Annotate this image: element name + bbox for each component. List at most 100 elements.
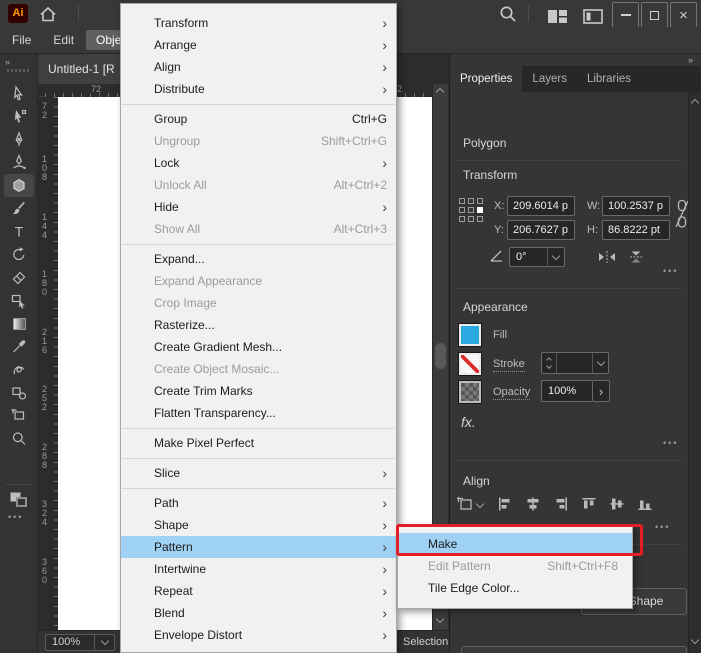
menu-item-expand[interactable]: Expand... [121,248,396,270]
document-tab[interactable]: Untitled-1 [R [38,54,125,84]
menu-item-flatten-transparency[interactable]: Flatten Transparency... [121,402,396,424]
tab-properties[interactable]: Properties [450,66,523,92]
opacity-label[interactable]: Opacity [493,386,531,400]
menu-file[interactable]: File [2,30,41,50]
align-horizontal-center-button[interactable] [525,496,541,512]
opacity-swatch[interactable] [459,381,481,403]
tool-direct-selection[interactable] [4,105,34,128]
panel-collapse-icon[interactable]: » [688,55,693,65]
toolbar-expand-icon[interactable]: » [5,57,10,67]
flip-horizontal-icon[interactable] [598,250,616,264]
workspace-switcher-icon[interactable] [580,5,606,27]
tool-selection[interactable] [4,82,34,105]
tab-layers[interactable]: Layers [522,66,577,92]
tool-pen[interactable] [4,128,34,151]
reference-point-locator[interactable] [459,198,483,222]
tool-artboard[interactable] [4,404,34,427]
tool-blend[interactable] [4,358,34,381]
tool-gradient[interactable] [4,312,34,335]
menu-item-repeat[interactable]: Repeat › [121,580,396,602]
stroke-weight-control[interactable] [541,352,609,374]
opacity-expand-icon[interactable]: › [593,380,610,402]
stepper-icon[interactable] [542,353,557,373]
menu-item-make-pixel-perfect[interactable]: Make Pixel Perfect [121,432,396,454]
align-top-button[interactable] [581,496,597,512]
chevron-down-icon[interactable] [592,353,608,373]
close-button[interactable]: × [670,2,697,28]
maximize-button[interactable] [641,2,668,28]
menu-item-tile-edge-color[interactable]: Tile Edge Color... [398,577,632,599]
menu-item-align[interactable]: Align › [121,56,396,78]
transform-more-options-icon[interactable]: ••• [663,266,678,276]
menu-item-transform[interactable]: Transform › [121,12,396,34]
tool-zoom[interactable] [4,427,34,450]
more-tools-icon[interactable]: ••• [8,512,23,522]
menu-item-shape[interactable]: Shape › [121,514,396,536]
scroll-up-icon[interactable] [435,87,445,97]
menu-item-slice[interactable]: Slice › [121,462,396,484]
minimize-button[interactable] [612,2,639,28]
h-input[interactable]: 86.8222 pt [602,220,670,240]
align-to-dropdown[interactable] [457,496,485,513]
align-bottom-button[interactable] [637,496,653,512]
menu-item-arrange[interactable]: Arrange › [121,34,396,56]
fill-stroke-swatch-icon[interactable] [10,492,27,507]
appearance-more-options-icon[interactable]: ••• [663,438,678,448]
menu-item-group[interactable]: Group Ctrl+G [121,108,396,130]
menu-item-make[interactable]: Make [398,533,632,555]
menu-item-intertwine[interactable]: Intertwine › [121,558,396,580]
tool-type[interactable]: T [4,220,34,243]
zoom-level-dropdown[interactable]: 100% [45,634,115,651]
scrollbar-thumb[interactable] [435,343,446,369]
align-right-button[interactable] [553,496,569,512]
menu-item-envelope-distort[interactable]: Envelope Distort › [121,624,396,646]
scroll-down-icon[interactable] [690,635,700,645]
menu-item-hide[interactable]: Hide › [121,196,396,218]
tool-rotate[interactable] [4,243,34,266]
menu-item-label: Slice [154,466,181,480]
y-input[interactable]: 206.7627 p [507,220,575,240]
tool-eraser[interactable] [4,266,34,289]
tool-shape-builder[interactable] [4,289,34,312]
menu-item-pattern[interactable]: Pattern › [121,536,396,558]
fill-color-swatch[interactable] [459,324,481,346]
align-left-button[interactable] [497,496,513,512]
menu-item-create-trim-marks[interactable]: Create Trim Marks [121,380,396,402]
menu-item-perspective[interactable]: Perspective› [121,646,396,652]
scroll-down-icon[interactable] [435,614,445,624]
tool-polygon[interactable] [4,174,34,197]
x-input[interactable]: 209.6014 p [507,196,575,216]
align-vertical-center-button[interactable] [609,496,625,512]
toolbar-grip[interactable] [7,69,31,72]
tool-eyedropper[interactable] [4,335,34,358]
menu-item-distribute[interactable]: Distribute › [121,78,396,100]
submenu-arrow-icon: › [382,517,387,533]
menu-item-rasterize[interactable]: Rasterize... [121,314,396,336]
opacity-input[interactable]: 100% [541,380,593,402]
arrange-documents-icon[interactable] [544,5,570,27]
stroke-label[interactable]: Stroke [493,358,525,372]
recolor-button[interactable]: Recolor [461,646,687,653]
menu-item-label: Path [154,496,179,510]
menu-item-lock[interactable]: Lock › [121,152,396,174]
menu-item-path[interactable]: Path › [121,492,396,514]
menu-edit[interactable]: Edit [43,30,84,50]
align-more-options-icon[interactable]: ••• [655,522,670,532]
tab-libraries[interactable]: Libraries [577,66,641,92]
effects-fx-icon[interactable]: fx. [461,414,476,430]
tool-curvature[interactable] [4,151,34,174]
w-input[interactable]: 100.2537 p [602,196,670,216]
rotation-angle-dropdown[interactable]: 0° [509,247,565,267]
search-icon[interactable] [495,3,521,25]
menu-item-blend[interactable]: Blend › [121,602,396,624]
tool-paintbrush[interactable] [4,197,34,220]
scroll-up-icon[interactable] [690,98,700,108]
stroke-color-swatch[interactable] [459,353,481,375]
panel-scrollbar[interactable] [688,92,701,653]
rotation-angle-value: 0° [516,251,527,263]
flip-vertical-icon[interactable] [628,250,644,264]
home-icon[interactable] [36,3,60,25]
menu-item-create-gradient-mesh[interactable]: Create Gradient Mesh... [121,336,396,358]
tool-symbol[interactable] [4,381,34,404]
constrain-proportions-icon[interactable] [674,198,689,230]
